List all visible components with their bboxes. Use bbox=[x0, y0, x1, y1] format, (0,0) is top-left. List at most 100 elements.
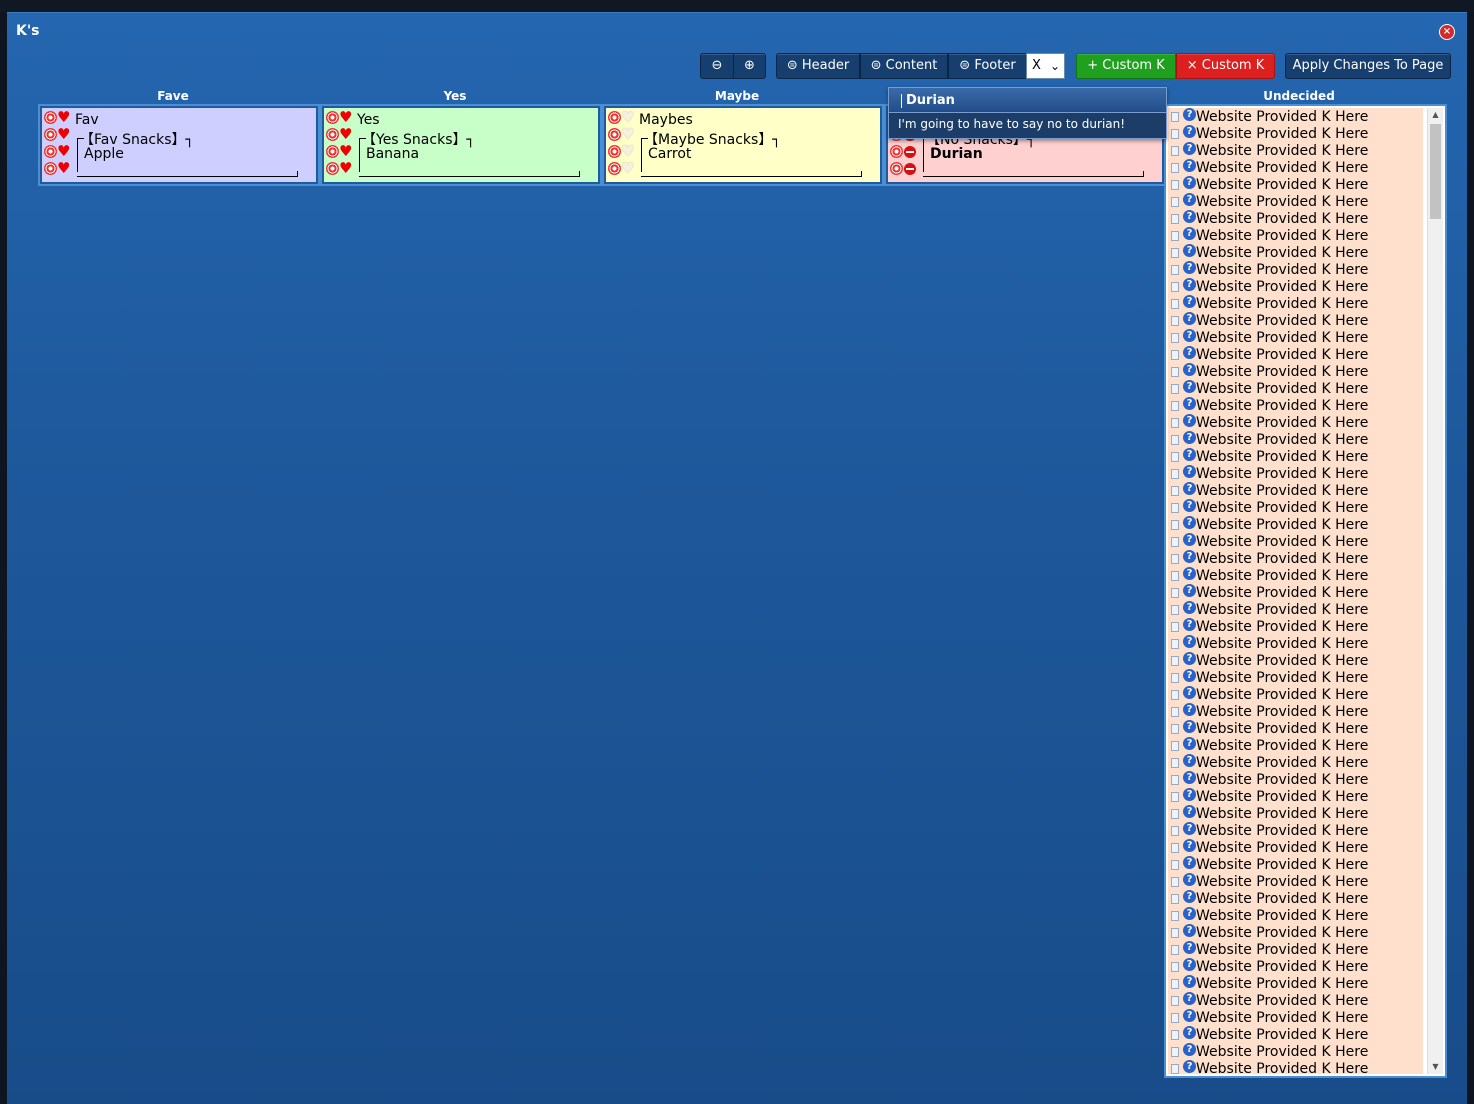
list-item[interactable]: ? Website Provided K Here bbox=[1168, 312, 1423, 329]
document-icon[interactable] bbox=[1171, 282, 1179, 292]
target-icon[interactable] bbox=[44, 128, 57, 141]
category-undecided[interactable]: ? Website Provided K Here? Website Provide… bbox=[1164, 104, 1447, 1078]
list-item[interactable]: ? Website Provided K Here bbox=[1168, 703, 1423, 720]
list-item[interactable]: ? Website Provided K Here bbox=[1168, 669, 1423, 686]
question-icon[interactable]: ? bbox=[1183, 856, 1196, 869]
target-icon[interactable] bbox=[608, 145, 621, 158]
question-icon[interactable]: ? bbox=[1183, 771, 1196, 784]
half-heart-icon[interactable]: ♥ bbox=[339, 126, 352, 143]
list-item[interactable]: ? Website Provided K Here bbox=[1168, 108, 1423, 125]
document-icon[interactable] bbox=[1171, 707, 1179, 717]
document-icon[interactable] bbox=[1171, 877, 1179, 887]
list-item[interactable]: ? Website Provided K Here bbox=[1168, 1060, 1423, 1074]
list-item[interactable]: ? Website Provided K Here bbox=[1168, 958, 1423, 975]
document-icon[interactable] bbox=[1171, 571, 1179, 581]
document-icon[interactable] bbox=[1171, 826, 1179, 836]
document-icon[interactable] bbox=[1171, 911, 1179, 921]
question-icon[interactable]: ? bbox=[1183, 550, 1196, 563]
document-icon[interactable] bbox=[1171, 605, 1179, 615]
question-icon[interactable]: ? bbox=[1183, 176, 1196, 189]
list-item[interactable]: ? Website Provided K Here bbox=[1168, 125, 1423, 142]
document-icon[interactable] bbox=[1171, 486, 1179, 496]
scroll-up-icon[interactable]: ▲ bbox=[1428, 108, 1443, 122]
item-apple[interactable]: Apple bbox=[84, 146, 124, 162]
question-icon[interactable]: ? bbox=[1183, 754, 1196, 767]
question-icon[interactable]: ? bbox=[1183, 329, 1196, 342]
footer-toggle-button[interactable]: ⊜ Footer bbox=[948, 53, 1027, 79]
list-item[interactable]: ? Website Provided K Here bbox=[1168, 261, 1423, 278]
zoom-in-button[interactable]: ⊕ bbox=[734, 54, 765, 78]
document-icon[interactable] bbox=[1171, 520, 1179, 530]
empty-heart-icon[interactable]: ♥ bbox=[621, 109, 634, 126]
list-item[interactable]: ? Website Provided K Here bbox=[1168, 448, 1423, 465]
document-icon[interactable] bbox=[1171, 809, 1179, 819]
document-icon[interactable] bbox=[1171, 401, 1179, 411]
list-item[interactable]: ? Website Provided K Here bbox=[1168, 159, 1423, 176]
document-icon[interactable] bbox=[1171, 979, 1179, 989]
close-icon[interactable]: × bbox=[1439, 24, 1455, 40]
document-icon[interactable] bbox=[1171, 656, 1179, 666]
question-icon[interactable]: ? bbox=[1183, 1009, 1196, 1022]
document-icon[interactable] bbox=[1171, 724, 1179, 734]
empty-heart-icon[interactable]: ♥ bbox=[621, 143, 634, 160]
question-icon[interactable]: ? bbox=[1183, 720, 1196, 733]
question-icon[interactable]: ? bbox=[1183, 958, 1196, 971]
target-icon[interactable] bbox=[608, 128, 621, 141]
list-item[interactable]: ? Website Provided K Here bbox=[1168, 346, 1423, 363]
document-icon[interactable] bbox=[1171, 639, 1179, 649]
question-icon[interactable]: ? bbox=[1183, 465, 1196, 478]
document-icon[interactable] bbox=[1171, 333, 1179, 343]
question-icon[interactable]: ? bbox=[1183, 261, 1196, 274]
list-item[interactable]: ? Website Provided K Here bbox=[1168, 822, 1423, 839]
list-item[interactable]: ? Website Provided K Here bbox=[1168, 839, 1423, 856]
document-icon[interactable] bbox=[1171, 180, 1179, 190]
heart-icon[interactable]: ♥ bbox=[57, 109, 70, 126]
target-icon[interactable] bbox=[44, 111, 57, 124]
list-item[interactable]: ? Website Provided K Here bbox=[1168, 244, 1423, 261]
list-item[interactable]: ? Website Provided K Here bbox=[1168, 635, 1423, 652]
list-item[interactable]: ? Website Provided K Here bbox=[1168, 890, 1423, 907]
document-icon[interactable] bbox=[1171, 758, 1179, 768]
question-icon[interactable]: ? bbox=[1183, 907, 1196, 920]
document-icon[interactable] bbox=[1171, 384, 1179, 394]
list-item[interactable]: ? Website Provided K Here bbox=[1168, 771, 1423, 788]
question-icon[interactable]: ? bbox=[1183, 380, 1196, 393]
document-icon[interactable] bbox=[1171, 112, 1179, 122]
question-icon[interactable]: ? bbox=[1183, 618, 1196, 631]
list-item[interactable]: ? Website Provided K Here bbox=[1168, 516, 1423, 533]
document-icon[interactable] bbox=[1171, 1047, 1179, 1057]
question-icon[interactable]: ? bbox=[1183, 533, 1196, 546]
question-icon[interactable]: ? bbox=[1183, 295, 1196, 308]
empty-heart-icon[interactable]: ♥ bbox=[621, 126, 634, 143]
target-icon[interactable] bbox=[326, 162, 339, 175]
item-banana[interactable]: Banana bbox=[366, 146, 419, 162]
mode-select[interactable]: X ⌄ bbox=[1026, 53, 1065, 79]
item-durian[interactable]: Durian bbox=[930, 146, 983, 162]
target-icon[interactable] bbox=[326, 111, 339, 124]
list-item[interactable]: ? Website Provided K Here bbox=[1168, 1026, 1423, 1043]
question-icon[interactable]: ? bbox=[1183, 227, 1196, 240]
target-icon[interactable] bbox=[326, 145, 339, 158]
document-icon[interactable] bbox=[1171, 418, 1179, 428]
list-item[interactable]: ? Website Provided K Here bbox=[1168, 142, 1423, 159]
question-icon[interactable]: ? bbox=[1183, 448, 1196, 461]
document-icon[interactable] bbox=[1171, 469, 1179, 479]
document-icon[interactable] bbox=[1171, 503, 1179, 513]
question-icon[interactable]: ? bbox=[1183, 1026, 1196, 1039]
category-maybe[interactable]: ♥ ♥ ♥ ♥ Maybes 【Maybe Snacks】┐ Carrot bbox=[602, 104, 884, 186]
question-icon[interactable]: ? bbox=[1183, 159, 1196, 172]
question-icon[interactable]: ? bbox=[1183, 890, 1196, 903]
question-icon[interactable]: ? bbox=[1183, 193, 1196, 206]
target-icon[interactable] bbox=[44, 162, 57, 175]
document-icon[interactable] bbox=[1171, 350, 1179, 360]
apply-changes-button[interactable]: Apply Changes To Page bbox=[1285, 53, 1451, 79]
question-icon[interactable]: ? bbox=[1183, 431, 1196, 444]
list-item[interactable]: ? Website Provided K Here bbox=[1168, 686, 1423, 703]
scrollbar[interactable]: ▲ ▼ bbox=[1427, 108, 1443, 1074]
list-item[interactable]: ? Website Provided K Here bbox=[1168, 788, 1423, 805]
list-item[interactable]: ? Website Provided K Here bbox=[1168, 465, 1423, 482]
heart-icon[interactable]: ♥ bbox=[57, 160, 70, 177]
question-icon[interactable]: ? bbox=[1183, 142, 1196, 155]
document-icon[interactable] bbox=[1171, 928, 1179, 938]
document-icon[interactable] bbox=[1171, 554, 1179, 564]
